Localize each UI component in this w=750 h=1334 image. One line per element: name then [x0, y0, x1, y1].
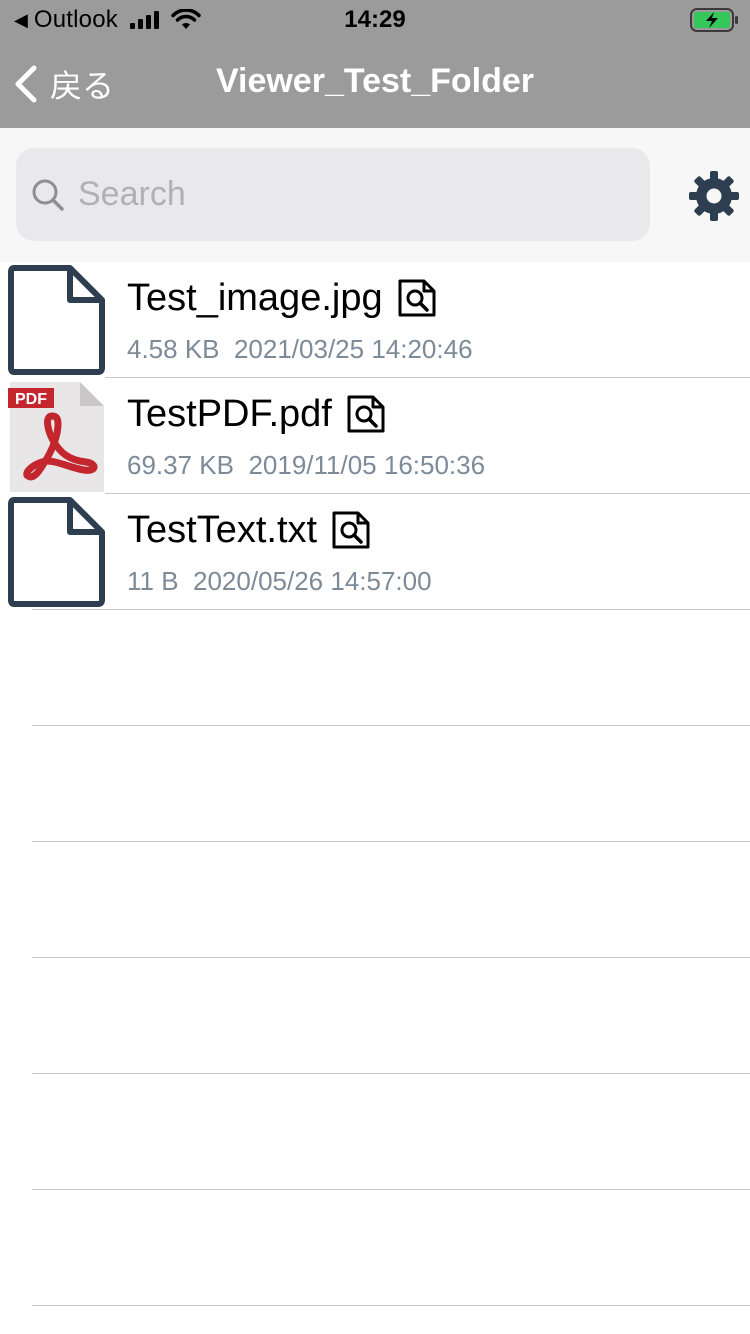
- preview-icon[interactable]: [397, 278, 437, 318]
- status-bar: ◀ Outlook 14:29: [0, 0, 750, 40]
- file-size: 69.37 KB: [127, 450, 234, 480]
- file-name: TestPDF.pdf: [127, 392, 332, 435]
- file-date: 2021/03/25 14:20:46: [233, 334, 473, 364]
- empty-row-divider: [32, 841, 750, 842]
- navigation-bar: 戻る Viewer_Test_Folder: [0, 40, 750, 128]
- header: ◀ Outlook 14:29 戻る Viewer_Test_Folder: [0, 0, 750, 128]
- file-meta: 69.37 KB 2019/11/05 16:50:36: [127, 450, 485, 481]
- empty-row-divider: [32, 1305, 750, 1306]
- empty-row-divider: [32, 1189, 750, 1190]
- empty-row-divider: [32, 725, 750, 726]
- document-icon: [8, 265, 105, 375]
- settings-gear-icon[interactable]: [688, 170, 740, 222]
- file-date: 2020/05/26 14:57:00: [193, 566, 432, 596]
- file-name: TestText.txt: [127, 508, 318, 551]
- document-icon: [8, 497, 105, 607]
- file-row[interactable]: TestText.txt 11 B 2020/05/26 14:57:00: [0, 494, 750, 610]
- search-icon: [32, 179, 64, 211]
- battery-charging-icon: [690, 8, 738, 32]
- empty-row-divider: [32, 957, 750, 958]
- file-date: 2019/11/05 16:50:36: [248, 450, 486, 480]
- pdf-icon: PDF: [8, 382, 104, 492]
- file-list: Test_image.jpg 4.58 KB 2021/03/25 14:20:…: [0, 262, 750, 610]
- empty-row-divider: [32, 1073, 750, 1074]
- row-divider: [32, 609, 750, 610]
- search-box[interactable]: [16, 148, 650, 241]
- file-row[interactable]: Test_image.jpg 4.58 KB 2021/03/25 14:20:…: [0, 262, 750, 378]
- page-title: Viewer_Test_Folder: [215, 62, 535, 100]
- pdf-badge: PDF: [15, 391, 47, 408]
- file-size: 11 B: [127, 566, 179, 596]
- search-area: [0, 128, 750, 262]
- search-input[interactable]: [78, 175, 618, 214]
- file-name: Test_image.jpg: [127, 276, 383, 319]
- file-row[interactable]: PDF TestPDF.pdf 69.37 KB 2019/11/05 16:5…: [0, 378, 750, 494]
- file-size: 4.58 KB: [127, 334, 220, 364]
- preview-icon[interactable]: [346, 394, 386, 434]
- file-meta: 4.58 KB 2021/03/25 14:20:46: [127, 334, 473, 365]
- status-time: 14:29: [344, 6, 406, 33]
- preview-icon[interactable]: [331, 510, 371, 550]
- file-meta: 11 B 2020/05/26 14:57:00: [127, 566, 432, 597]
